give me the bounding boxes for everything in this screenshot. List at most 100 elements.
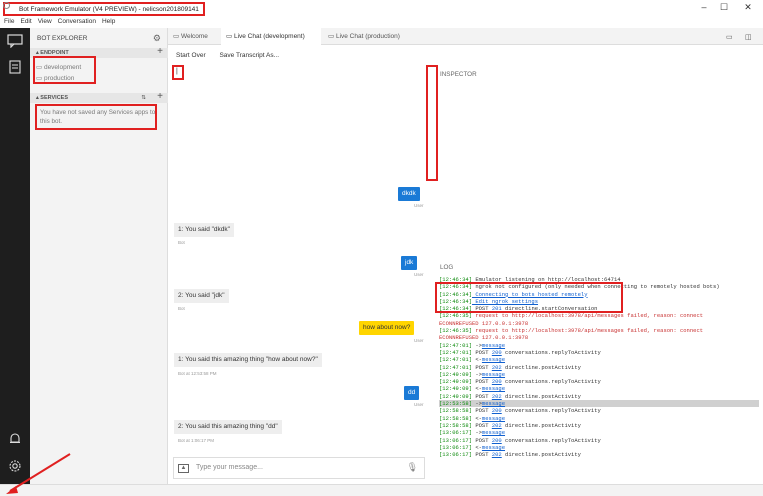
document-icon[interactable] xyxy=(7,60,23,74)
menu-bar: File Edit View Conversation Help xyxy=(0,18,763,28)
log-line: [13:06:17] <-message xyxy=(439,444,759,451)
log-status-link[interactable]: 202 xyxy=(492,451,502,458)
save-transcript-button[interactable]: Save Transcript As... xyxy=(219,52,279,59)
log-message-link[interactable]: message xyxy=(482,444,505,451)
log-timestamp: [12:49:09] xyxy=(439,378,473,386)
menu-file[interactable]: File xyxy=(4,18,14,25)
text-cursor: | xyxy=(176,68,178,75)
message-caption: Bot xyxy=(178,306,185,311)
log-timestamp: [13:06:17] xyxy=(439,436,473,444)
sort-icon[interactable]: ⇅ xyxy=(141,93,146,103)
services-empty-message: You have not saved any Services apps to … xyxy=(40,109,156,125)
log-line: [12:53:58] ->message xyxy=(439,400,759,408)
message-caption: Bot at 1:06:17 PM xyxy=(178,438,215,443)
log-text: conversations.replyToActivity xyxy=(501,348,601,356)
log-timestamp: [13:06:17] xyxy=(439,443,473,451)
message-input-box[interactable]: ▲ Type your message... 🎙 xyxy=(173,457,425,479)
menu-edit[interactable]: Edit xyxy=(20,18,31,25)
log-message-link[interactable]: message xyxy=(482,342,505,349)
log-line: [12:58:58] POST 202 directline.postActiv… xyxy=(439,422,759,429)
log-direction: <- xyxy=(472,356,482,364)
log-text: directline.postActivity xyxy=(501,363,581,371)
annotation-arrow-icon xyxy=(6,453,71,494)
tab-icon: ▭ xyxy=(173,33,181,40)
log-message-link[interactable]: message xyxy=(482,400,505,407)
bot-message-bubble: 2: You said this amazing thing "dd" xyxy=(174,420,282,434)
endpoint-item-production[interactable]: ▭ production xyxy=(36,74,74,82)
tab-icon: ▭ xyxy=(226,33,234,40)
add-service-button[interactable]: + xyxy=(157,92,163,102)
layout-icon[interactable]: ◫ xyxy=(745,33,752,41)
log-timestamp: [12:58:58] xyxy=(439,421,473,429)
log-text: directline.postActivity xyxy=(501,421,581,429)
window-title: Bot Framework Emulator (V4 PREVIEW) - ne… xyxy=(3,2,205,16)
log-method: POST xyxy=(472,451,492,459)
message-caption: User xyxy=(414,402,424,407)
status-bar xyxy=(0,484,763,496)
bot-explorer-panel: BOT EXPLORER ⚙ ▴ ENDPOINT + ▭ developmen… xyxy=(30,28,168,484)
add-endpoint-button[interactable]: + xyxy=(157,47,163,57)
message-caption: Bot at 12:53:58 PM xyxy=(178,371,217,376)
minimize-button[interactable]: – xyxy=(696,2,712,14)
log-status-link[interactable]: 200 xyxy=(492,407,502,414)
log-message-link[interactable]: message xyxy=(482,356,505,363)
log-line: [12:47:01] POST 202 directline.postActiv… xyxy=(439,364,759,371)
log-message-link[interactable]: message xyxy=(482,429,505,436)
upload-image-icon[interactable]: ▲ xyxy=(178,464,189,473)
log-line: [12:49:09] ->message xyxy=(439,371,759,378)
menu-help[interactable]: Help xyxy=(102,18,115,25)
log-line: [13:06:17] POST 202 directline.postActiv… xyxy=(439,451,759,458)
menu-view[interactable]: View xyxy=(38,18,52,25)
tab-welcome[interactable]: ▭ Welcome xyxy=(168,28,220,45)
endpoint-label: production xyxy=(43,75,75,82)
inspector-panel: INSPECTOR xyxy=(426,45,763,260)
annotation-box-log xyxy=(435,282,623,313)
log-error-text: request to http://localhost:3978/api/mes… xyxy=(472,312,704,320)
tab-icon: ▭ xyxy=(328,33,336,40)
menu-conversation[interactable]: Conversation xyxy=(58,18,96,25)
notification-bell-icon[interactable] xyxy=(7,432,23,446)
user-message-bubble: dkdk xyxy=(398,187,420,201)
log-status-link[interactable]: 200 xyxy=(492,349,502,356)
chat-bubble-icon: ▭ xyxy=(36,75,44,82)
log-timestamp: [12:53:58] xyxy=(439,400,473,408)
tab-label: Live Chat (development) xyxy=(233,33,305,40)
log-timestamp: [12:49:09] xyxy=(439,385,473,393)
log-timestamp: [12:47:01] xyxy=(439,341,473,349)
log-status-link[interactable]: 200 xyxy=(492,378,502,385)
close-button[interactable]: ✕ xyxy=(740,2,756,14)
log-message-link[interactable]: message xyxy=(482,385,505,392)
log-method: POST xyxy=(472,378,492,386)
start-over-button[interactable]: Start Over xyxy=(176,52,206,59)
log-status-link[interactable]: 202 xyxy=(492,393,502,400)
log-message-link[interactable]: message xyxy=(482,371,505,378)
chat-bubble-icon: ▭ xyxy=(36,64,44,71)
log-title: LOG xyxy=(440,264,454,271)
log-timestamp: [13:06:17] xyxy=(439,451,473,459)
endpoint-item-development[interactable]: ▭ development xyxy=(36,63,81,71)
chat-icon[interactable] xyxy=(7,34,23,49)
log-line: [12:58:58] POST 200 conversations.replyT… xyxy=(439,407,759,414)
tab-live-chat-production[interactable]: ▭ Live Chat (production) xyxy=(323,28,423,45)
user-message-bubble: how about now? xyxy=(359,321,415,335)
services-section-header[interactable]: ▴ SERVICES ⇅ + xyxy=(30,92,168,103)
log-timestamp: [12:46:35] xyxy=(439,312,473,320)
log-direction: -> xyxy=(472,429,482,437)
split-view-icon[interactable]: ▭ xyxy=(726,33,733,41)
log-timestamp: [12:49:09] xyxy=(439,370,473,378)
maximize-button[interactable]: ☐ xyxy=(716,2,732,14)
log-line: [12:47:01] <-message xyxy=(439,356,759,363)
microphone-icon[interactable]: 🎙 xyxy=(407,462,418,473)
log-status-link[interactable]: 202 xyxy=(492,364,502,371)
tab-live-chat-development[interactable]: ▭ Live Chat (development) xyxy=(221,28,321,45)
log-status-link[interactable]: 202 xyxy=(492,422,502,429)
log-timestamp: [12:49:09] xyxy=(439,392,473,400)
log-direction: <- xyxy=(472,443,482,451)
log-text: directline.postActivity xyxy=(501,392,581,400)
log-method: POST xyxy=(472,392,492,400)
tab-label: Welcome xyxy=(180,33,208,40)
explorer-settings-icon[interactable]: ⚙ xyxy=(153,33,161,44)
log-status-link[interactable]: 200 xyxy=(492,437,502,444)
log-message-link[interactable]: message xyxy=(482,415,505,422)
log-error-text: ECONNREFUSED 127.0.0.1:3978 xyxy=(439,319,529,327)
